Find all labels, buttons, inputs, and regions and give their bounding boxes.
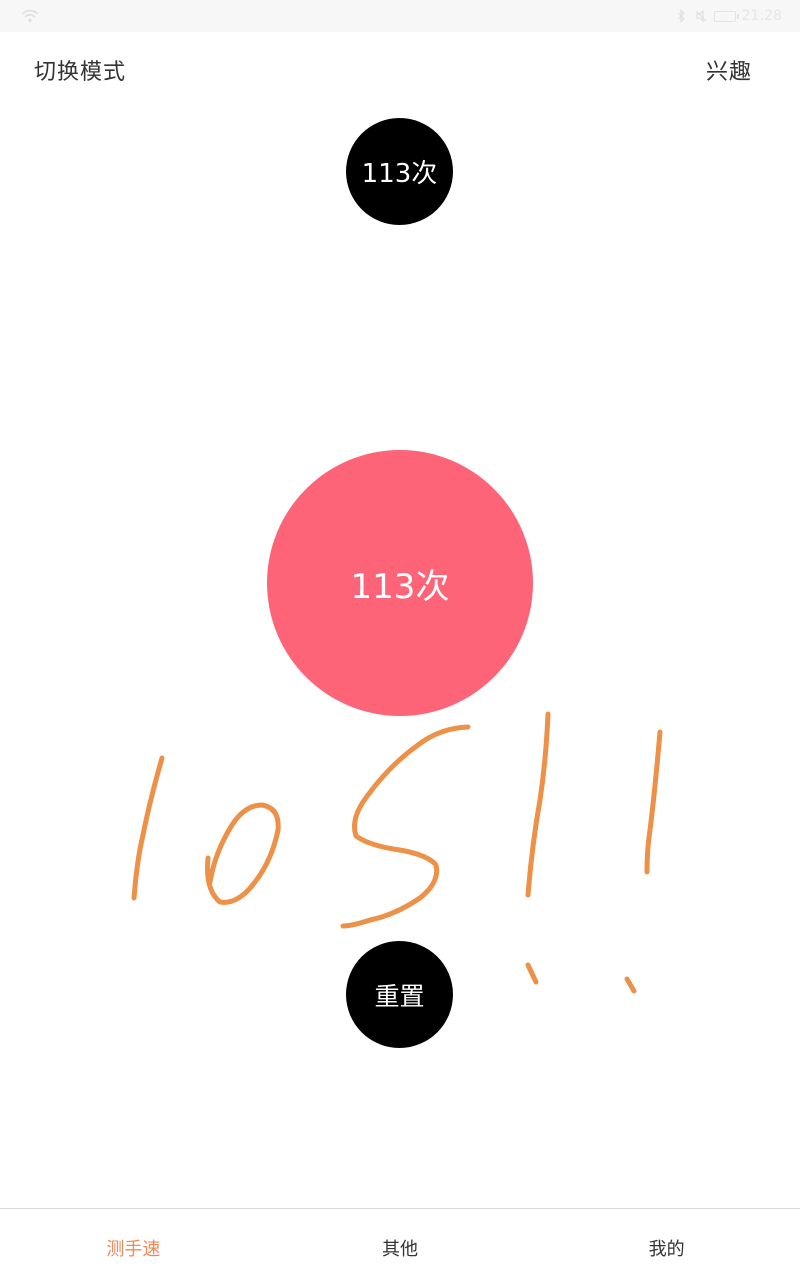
scribble-digit-5 <box>340 724 471 929</box>
silent-icon <box>695 9 707 23</box>
reset-button[interactable]: 重置 <box>346 941 453 1048</box>
scribble-exclaim-1-dot <box>525 962 539 985</box>
status-bar: 21:28 <box>0 0 800 32</box>
battery-icon <box>713 10 739 22</box>
bluetooth-icon <box>677 9 685 23</box>
tab-other[interactable]: 其他 <box>267 1209 534 1280</box>
scribble-digit-1 <box>131 755 165 901</box>
scribble-digit-0 <box>205 802 281 905</box>
scribble-exclaim-2-dot <box>624 976 637 994</box>
wifi-icon <box>21 9 39 23</box>
bottom-nav: 测手速 其他 我的 <box>0 1208 800 1280</box>
count-badge: 113次 <box>346 118 453 225</box>
scribble-exclaim-1-bar <box>525 711 551 898</box>
status-icons: 21:28 <box>674 7 782 25</box>
scribble-exclaim-2-bar <box>644 729 663 875</box>
interest-button[interactable]: 兴趣 <box>706 54 752 86</box>
top-bar: 切换模式 兴趣 <box>0 32 800 104</box>
status-time: 21:28 <box>741 8 782 24</box>
tab-mine[interactable]: 我的 <box>533 1209 800 1280</box>
tap-button[interactable]: 113次 <box>267 450 533 716</box>
tab-speed-test[interactable]: 测手速 <box>0 1209 267 1280</box>
switch-mode-button[interactable]: 切换模式 <box>34 54 126 86</box>
app-screen: 21:28 切换模式 兴趣 113次 113次 重置 测手速 其他 我的 <box>0 0 800 1280</box>
